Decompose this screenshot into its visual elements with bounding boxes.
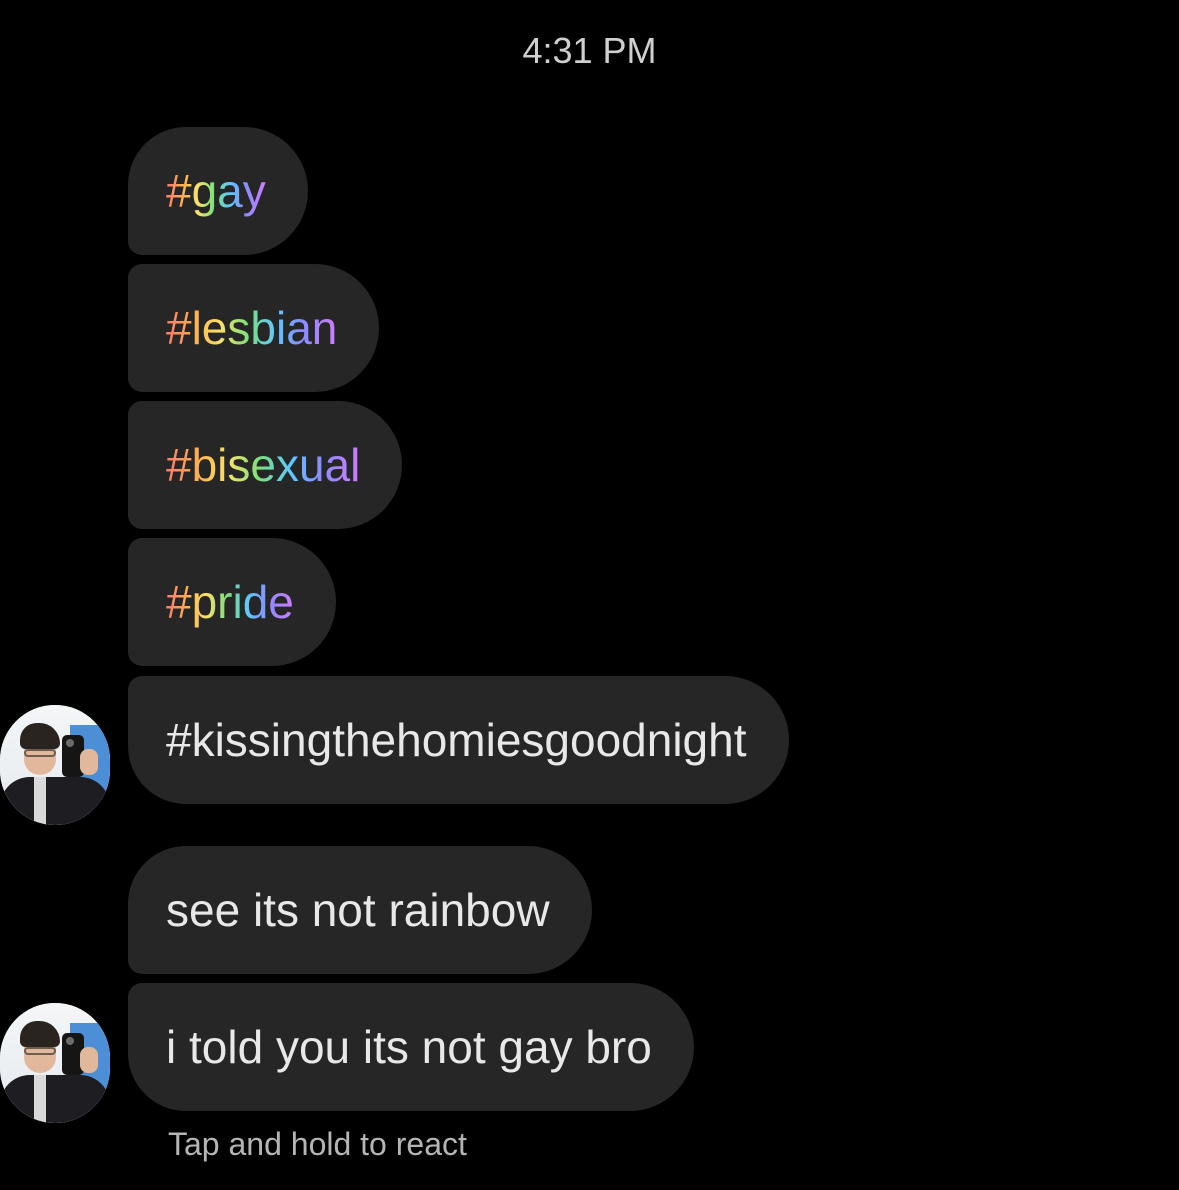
message-text: #bisexual bbox=[166, 439, 361, 491]
message-text: #kissingthehomiesgoodnight bbox=[166, 714, 747, 766]
message-text: #lesbian bbox=[166, 302, 338, 354]
avatar-hand bbox=[80, 749, 98, 775]
message-bubble[interactable]: i told you its not gay bro bbox=[128, 983, 694, 1111]
avatar-shirt bbox=[34, 1075, 46, 1123]
message-text: #gay bbox=[166, 165, 266, 217]
sender-avatar[interactable] bbox=[0, 705, 110, 825]
message-bubble[interactable]: see its not rainbow bbox=[128, 846, 592, 974]
message-bubble[interactable]: #bisexual bbox=[128, 401, 403, 529]
message-timestamp: 4:31 PM bbox=[522, 30, 657, 71]
react-hint: Tap and hold to react bbox=[168, 1126, 467, 1162]
message-text: i told you its not gay bro bbox=[166, 1021, 652, 1073]
avatar-shirt bbox=[34, 777, 46, 825]
message-text: see its not rainbow bbox=[166, 884, 550, 936]
avatar-phone-camera bbox=[66, 1037, 74, 1045]
avatar-jacket bbox=[0, 1075, 110, 1123]
avatar-glasses bbox=[24, 749, 56, 757]
message-text: #pride bbox=[166, 576, 294, 628]
message-bubble[interactable]: #lesbian bbox=[128, 264, 380, 392]
message-bubble[interactable]: #kissingthehomiesgoodnight bbox=[128, 676, 789, 804]
avatar-phone-camera bbox=[66, 739, 74, 747]
avatar-jacket bbox=[0, 777, 110, 825]
message-bubble[interactable]: #gay bbox=[128, 127, 308, 255]
message-bubble[interactable]: #pride bbox=[128, 538, 336, 666]
sender-avatar[interactable] bbox=[0, 1003, 110, 1123]
avatar-glasses bbox=[24, 1047, 56, 1055]
avatar-hand bbox=[80, 1047, 98, 1073]
